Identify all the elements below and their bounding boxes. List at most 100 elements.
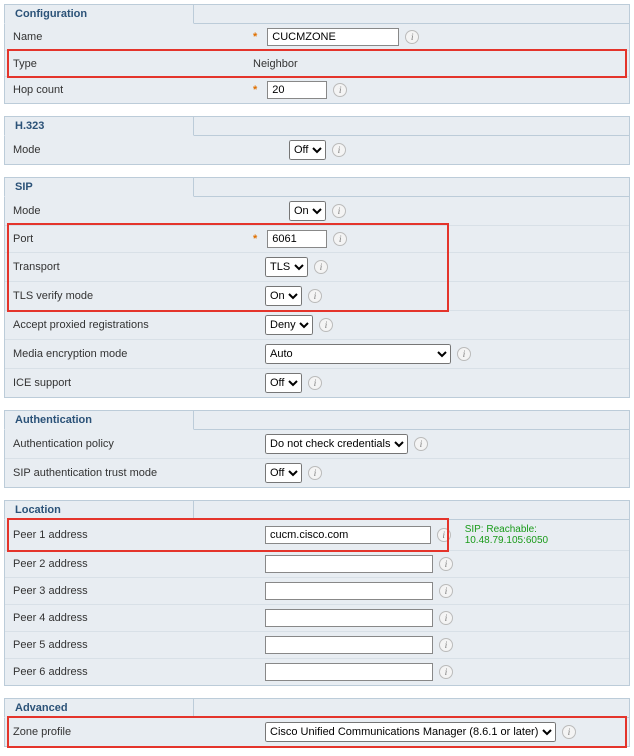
info-icon[interactable]: i (332, 143, 346, 157)
row-sip-accept: Accept proxied registrations Deny i (5, 310, 629, 339)
row-sip-ice: ICE support Off i (5, 368, 629, 397)
sip-accept-select[interactable]: Deny (265, 315, 313, 335)
label-sip-media: Media encryption mode (13, 348, 253, 360)
label-auth-policy: Authentication policy (13, 438, 253, 450)
row-sip-media: Media encryption mode Auto i (5, 339, 629, 368)
label-peer3: Peer 3 address (13, 585, 253, 597)
sip-mode-select[interactable]: On (289, 201, 326, 221)
info-icon[interactable]: i (333, 83, 347, 97)
type-value: Neighbor (253, 58, 298, 70)
info-icon[interactable]: i (439, 611, 453, 625)
section-header: Location (5, 501, 629, 520)
hop-input[interactable] (267, 81, 327, 99)
section-advanced: Advanced Zone profile Cisco Unified Comm… (4, 698, 630, 747)
section-header: H.323 (5, 117, 629, 136)
info-icon[interactable]: i (439, 665, 453, 679)
row-sip-port: Port * i (5, 225, 629, 252)
sip-port-input[interactable] (267, 230, 327, 248)
row-auth-policy: Authentication policy Do not check crede… (5, 430, 629, 458)
row-sip-tls: TLS verify mode On i (5, 281, 629, 310)
info-icon[interactable]: i (308, 466, 322, 480)
info-icon[interactable]: i (405, 30, 419, 44)
label-h323-mode: Mode (13, 144, 253, 156)
info-icon[interactable]: i (314, 260, 328, 274)
row-hop: Hop count * i (5, 76, 629, 103)
info-icon[interactable]: i (333, 232, 347, 246)
row-h323-mode: Mode Off i (5, 136, 629, 164)
row-peer6: Peer 6 address i (5, 658, 629, 685)
peer1-input[interactable] (265, 526, 431, 544)
section-h323: H.323 Mode Off i (4, 116, 630, 165)
section-sip: SIP Mode On i Port * i Transport (4, 177, 630, 398)
info-icon[interactable]: i (319, 318, 333, 332)
row-peer5: Peer 5 address i (5, 631, 629, 658)
row-peer3: Peer 3 address i (5, 577, 629, 604)
sip-ice-select[interactable]: Off (265, 373, 302, 393)
zone-profile-select[interactable]: Cisco Unified Communications Manager (8.… (265, 722, 556, 742)
sip-transport-select[interactable]: TLS (265, 257, 308, 277)
label-peer2: Peer 2 address (13, 558, 253, 570)
section-title-advanced: Advanced (4, 698, 194, 718)
label-type: Type (13, 58, 253, 70)
info-icon[interactable]: i (439, 638, 453, 652)
peer6-input[interactable] (265, 663, 433, 681)
section-header: SIP (5, 178, 629, 197)
sip-tls-select[interactable]: On (265, 286, 302, 306)
required-marker: * (253, 233, 257, 245)
info-icon[interactable]: i (414, 437, 428, 451)
label-hop: Hop count (13, 84, 253, 96)
section-header: Authentication (5, 411, 629, 430)
label-sip-mode: Mode (13, 205, 253, 217)
peer3-input[interactable] (265, 582, 433, 600)
peer2-input[interactable] (265, 555, 433, 573)
info-icon[interactable]: i (457, 347, 471, 361)
peer5-input[interactable] (265, 636, 433, 654)
row-name: Name * i (5, 24, 629, 50)
auth-policy-select[interactable]: Do not check credentials (265, 434, 408, 454)
section-auth: Authentication Authentication policy Do … (4, 410, 630, 488)
required-marker: * (253, 31, 257, 43)
section-location: Location Peer 1 address i SIP: Reachable… (4, 500, 630, 686)
info-icon[interactable]: i (308, 376, 322, 390)
row-zone-profile: Zone profile Cisco Unified Communication… (5, 718, 629, 746)
label-auth-trust: SIP authentication trust mode (13, 467, 253, 479)
row-type: Type Neighbor (5, 50, 629, 76)
info-icon[interactable]: i (562, 725, 576, 739)
label-sip-transport: Transport (13, 261, 253, 273)
label-peer1: Peer 1 address (13, 529, 253, 541)
section-title-h323: H.323 (4, 116, 194, 136)
row-peer1: Peer 1 address i SIP: Reachable: 10.48.7… (5, 520, 629, 550)
label-zone-profile: Zone profile (13, 726, 253, 738)
section-title-auth: Authentication (4, 410, 194, 430)
row-sip-mode: Mode On i (5, 197, 629, 225)
section-title-sip: SIP (4, 177, 194, 197)
row-sip-transport: Transport TLS i (5, 252, 629, 281)
label-name: Name (13, 31, 253, 43)
required-marker: * (253, 84, 257, 96)
sip-media-select[interactable]: Auto (265, 344, 451, 364)
label-peer5: Peer 5 address (13, 639, 253, 651)
label-peer4: Peer 4 address (13, 612, 253, 624)
section-title-configuration: Configuration (4, 4, 194, 24)
peer4-input[interactable] (265, 609, 433, 627)
row-auth-trust: SIP authentication trust mode Off i (5, 458, 629, 487)
section-title-location: Location (4, 500, 194, 520)
info-icon[interactable]: i (439, 584, 453, 598)
name-input[interactable] (267, 28, 399, 46)
label-sip-accept: Accept proxied registrations (13, 319, 253, 331)
info-icon[interactable]: i (332, 204, 346, 218)
section-header: Advanced (5, 699, 629, 718)
label-sip-tls: TLS verify mode (13, 290, 253, 302)
section-configuration: Configuration Name * i Type Neighbor Hop… (4, 4, 630, 104)
peer1-status: SIP: Reachable: 10.48.79.105:6050 (465, 524, 621, 546)
info-icon[interactable]: i (439, 557, 453, 571)
info-icon[interactable]: i (437, 528, 451, 542)
section-header: Configuration (5, 5, 629, 24)
auth-trust-select[interactable]: Off (265, 463, 302, 483)
row-peer2: Peer 2 address i (5, 550, 629, 577)
label-sip-port: Port (13, 233, 253, 245)
label-sip-ice: ICE support (13, 377, 253, 389)
info-icon[interactable]: i (308, 289, 322, 303)
row-peer4: Peer 4 address i (5, 604, 629, 631)
h323-mode-select[interactable]: Off (289, 140, 326, 160)
